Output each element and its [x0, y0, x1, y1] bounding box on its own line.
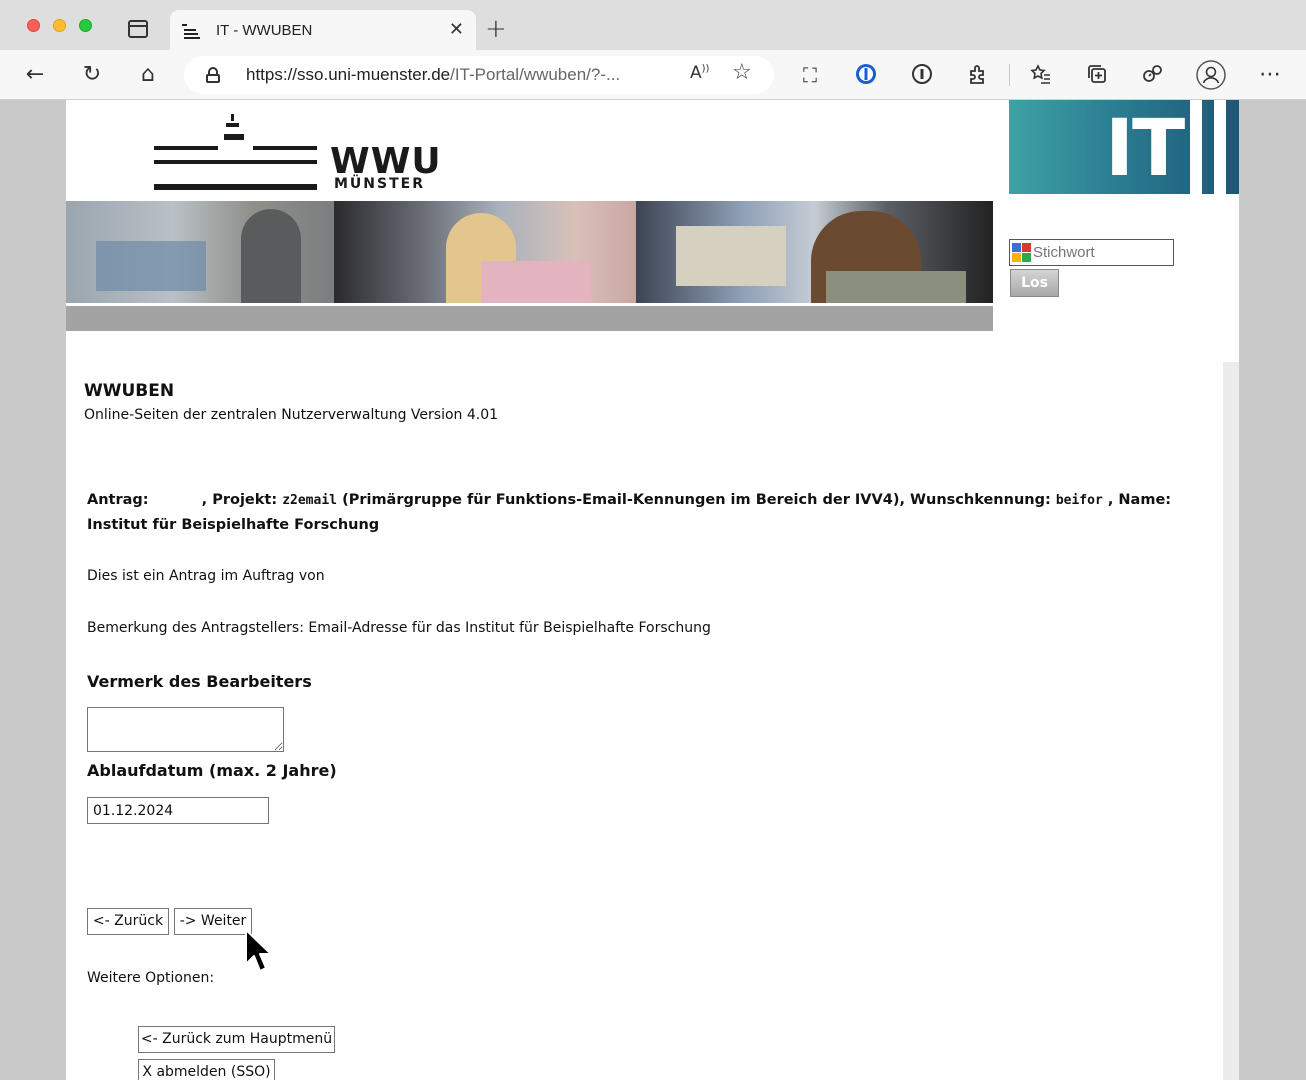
- search-input[interactable]: [1033, 242, 1171, 263]
- address-bar[interactable]: https://sso.uni-muenster.de/IT-Portal/ww…: [184, 56, 774, 94]
- add-favorite-icon[interactable]: ☆: [732, 60, 752, 85]
- banner-gray-bar: [66, 306, 993, 331]
- page: WWU MÜNSTER IT Stichwort Los WWUBEN Onli…: [66, 100, 1239, 1080]
- google-icon: [1012, 243, 1031, 262]
- wunschkennung-value: beifor: [1055, 493, 1103, 508]
- browser-titlebar: IT - WWUBEN ✕ +: [0, 0, 1306, 52]
- extensions-icon[interactable]: [965, 62, 991, 88]
- ablauf-heading: Ablaufdatum (max. 2 Jahre): [87, 761, 337, 780]
- more-options-label: Weitere Optionen:: [87, 970, 215, 986]
- projekt-value: z2email: [282, 493, 337, 508]
- vermerk-textarea[interactable]: [87, 707, 284, 752]
- page-favicon-icon: [182, 22, 200, 40]
- reload-icon[interactable]: ↻: [79, 62, 105, 88]
- sidebar-icon[interactable]: [128, 20, 148, 38]
- home-icon[interactable]: ⌂: [135, 62, 161, 88]
- wwu-logo-subtext: MÜNSTER: [334, 176, 425, 192]
- url-text[interactable]: https://sso.uni-muenster.de/IT-Portal/ww…: [246, 65, 620, 85]
- search-box[interactable]: [1009, 239, 1174, 266]
- lock-icon[interactable]: [206, 67, 220, 83]
- auftrag-text: Dies ist ein Antrag im Auftrag von: [87, 568, 325, 584]
- header-banner-image: [66, 201, 993, 303]
- antrag-label: Antrag:: [87, 492, 149, 508]
- password-manager-icon[interactable]: [853, 62, 879, 88]
- projekt-label: , Projekt:: [201, 492, 278, 508]
- wwu-logo: WWU MÜNSTER: [154, 114, 441, 194]
- back-icon[interactable]: ←: [22, 62, 48, 88]
- name-label: , Name:: [1107, 492, 1172, 508]
- page-subtitle: Online-Seiten der zentralen Nutzerverwal…: [84, 407, 499, 423]
- projekt-description: (Primärgruppe für Funktions-Email-Kennun…: [342, 492, 1051, 508]
- close-window-button[interactable]: [27, 19, 40, 32]
- mouse-cursor-icon: [245, 929, 272, 972]
- next-button[interactable]: -> Weiter: [174, 908, 252, 935]
- it-logo-text: IT: [1105, 104, 1185, 194]
- collections-icon[interactable]: [1084, 62, 1110, 88]
- scrollbar[interactable]: [1223, 362, 1239, 1080]
- page-title: WWUBEN: [84, 381, 175, 401]
- new-tab-icon[interactable]: +: [485, 14, 507, 44]
- it-logo: IT: [1009, 100, 1239, 194]
- info-extension-icon[interactable]: [909, 62, 935, 88]
- main-menu-button[interactable]: <- Zurück zum Hauptmenü: [138, 1026, 335, 1053]
- back-button[interactable]: <- Zurück: [87, 908, 169, 935]
- browser-toolbar: ← ↻ ⌂ https://sso.uni-muenster.de/IT-Por…: [0, 50, 1306, 100]
- antrag-summary: Antrag: , Projekt: z2email (Primärgruppe…: [87, 488, 1207, 538]
- screenshot-icon[interactable]: ⛶: [797, 62, 823, 88]
- ablaufdatum-input[interactable]: [87, 797, 269, 824]
- logout-button[interactable]: X abmelden (SSO): [138, 1059, 275, 1080]
- url-host: https://sso.uni-muenster.de: [246, 65, 451, 84]
- read-aloud-icon[interactable]: A)): [690, 63, 709, 83]
- antrag-id-redacted: [154, 490, 202, 504]
- performance-icon[interactable]: [1140, 62, 1166, 88]
- tab-active[interactable]: IT - WWUBEN ✕: [170, 10, 476, 52]
- name-value: Institut für Beispielhafte Forschung: [87, 517, 380, 533]
- profile-avatar-icon[interactable]: [1196, 60, 1226, 90]
- tab-title: IT - WWUBEN: [216, 22, 313, 39]
- bemerkung-text: Bemerkung des Antragstellers: Email-Adre…: [87, 620, 711, 636]
- minimize-window-button[interactable]: [53, 19, 66, 32]
- search-button[interactable]: Los: [1010, 269, 1059, 297]
- url-path: /IT-Portal/wwuben/?-...: [450, 65, 621, 84]
- vermerk-heading: Vermerk des Bearbeiters: [87, 672, 312, 691]
- tab-close-icon[interactable]: ✕: [449, 20, 464, 40]
- page-viewport: WWU MÜNSTER IT Stichwort Los WWUBEN Onli…: [0, 100, 1306, 1080]
- favorites-icon[interactable]: [1028, 62, 1054, 88]
- more-menu-icon[interactable]: ⋯: [1257, 62, 1283, 88]
- maximize-window-button[interactable]: [79, 19, 92, 32]
